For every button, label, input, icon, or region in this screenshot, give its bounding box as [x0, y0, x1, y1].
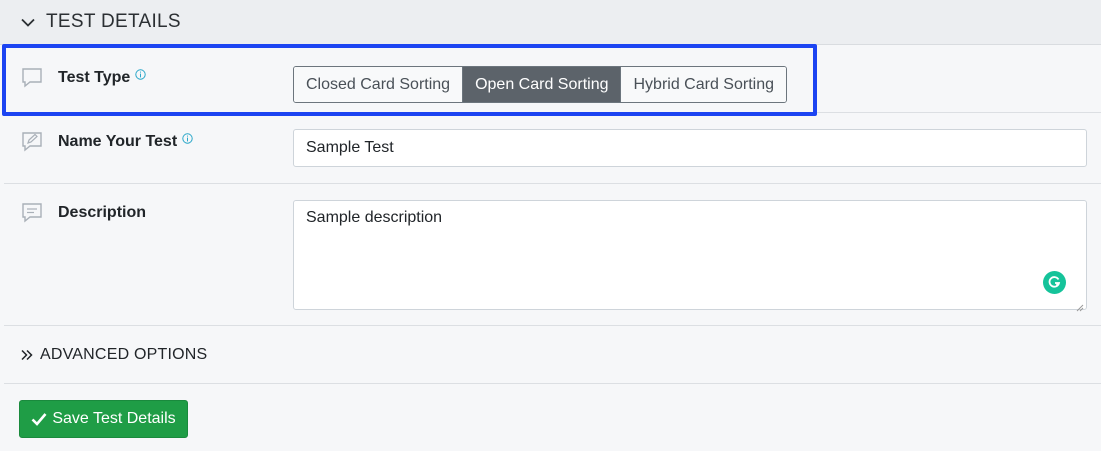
description-label-text: Description — [58, 204, 147, 221]
name-test-row: Name Your Test Sample Test — [4, 113, 1101, 184]
edit-bubble-icon — [20, 130, 44, 154]
speech-bubble-icon — [20, 66, 44, 90]
section-header-test-details[interactable]: TEST DETAILS — [0, 0, 1101, 45]
name-test-label: Name Your Test — [58, 133, 193, 151]
test-type-label-text: Test Type — [58, 69, 131, 86]
info-icon[interactable] — [182, 131, 193, 144]
section-title: TEST DETAILS — [46, 11, 181, 32]
check-icon — [31, 412, 47, 426]
grammarly-icon[interactable] — [1043, 271, 1066, 294]
description-textarea[interactable]: Sample description — [293, 200, 1087, 312]
resize-handle-icon[interactable] — [1076, 299, 1084, 312]
test-name-input[interactable]: Sample Test — [293, 129, 1087, 167]
double-chevron-right-icon — [20, 349, 34, 361]
save-test-details-button[interactable]: Save Test Details — [19, 400, 188, 438]
description-value: Sample description — [306, 209, 443, 226]
message-lines-icon — [20, 201, 44, 225]
test-type-label: Test Type — [58, 67, 147, 87]
open-card-sorting-button[interactable]: Open Card Sorting — [463, 67, 622, 102]
name-test-label-text: Name Your Test — [58, 133, 178, 150]
info-icon[interactable] — [135, 67, 147, 80]
description-row: Description Sample description — [4, 184, 1101, 326]
closed-card-sorting-button[interactable]: Closed Card Sorting — [294, 67, 464, 102]
chevron-down-icon — [18, 12, 38, 32]
test-type-row: Test Type Closed Card Sorting Open Card … — [4, 45, 1101, 113]
advanced-options-toggle[interactable]: ADVANCED OPTIONS — [4, 326, 1101, 384]
hybrid-card-sorting-button[interactable]: Hybrid Card Sorting — [621, 67, 786, 102]
save-button-label: Save Test Details — [52, 410, 176, 427]
description-label: Description — [58, 204, 146, 222]
test-details-panel: TEST DETAILS Test Type Closed Card Sorti… — [0, 0, 1101, 451]
advanced-options-label: ADVANCED OPTIONS — [40, 345, 208, 363]
test-type-segmented-control: Closed Card Sorting Open Card Sorting Hy… — [293, 66, 787, 103]
test-name-value: Sample Test — [306, 139, 394, 156]
